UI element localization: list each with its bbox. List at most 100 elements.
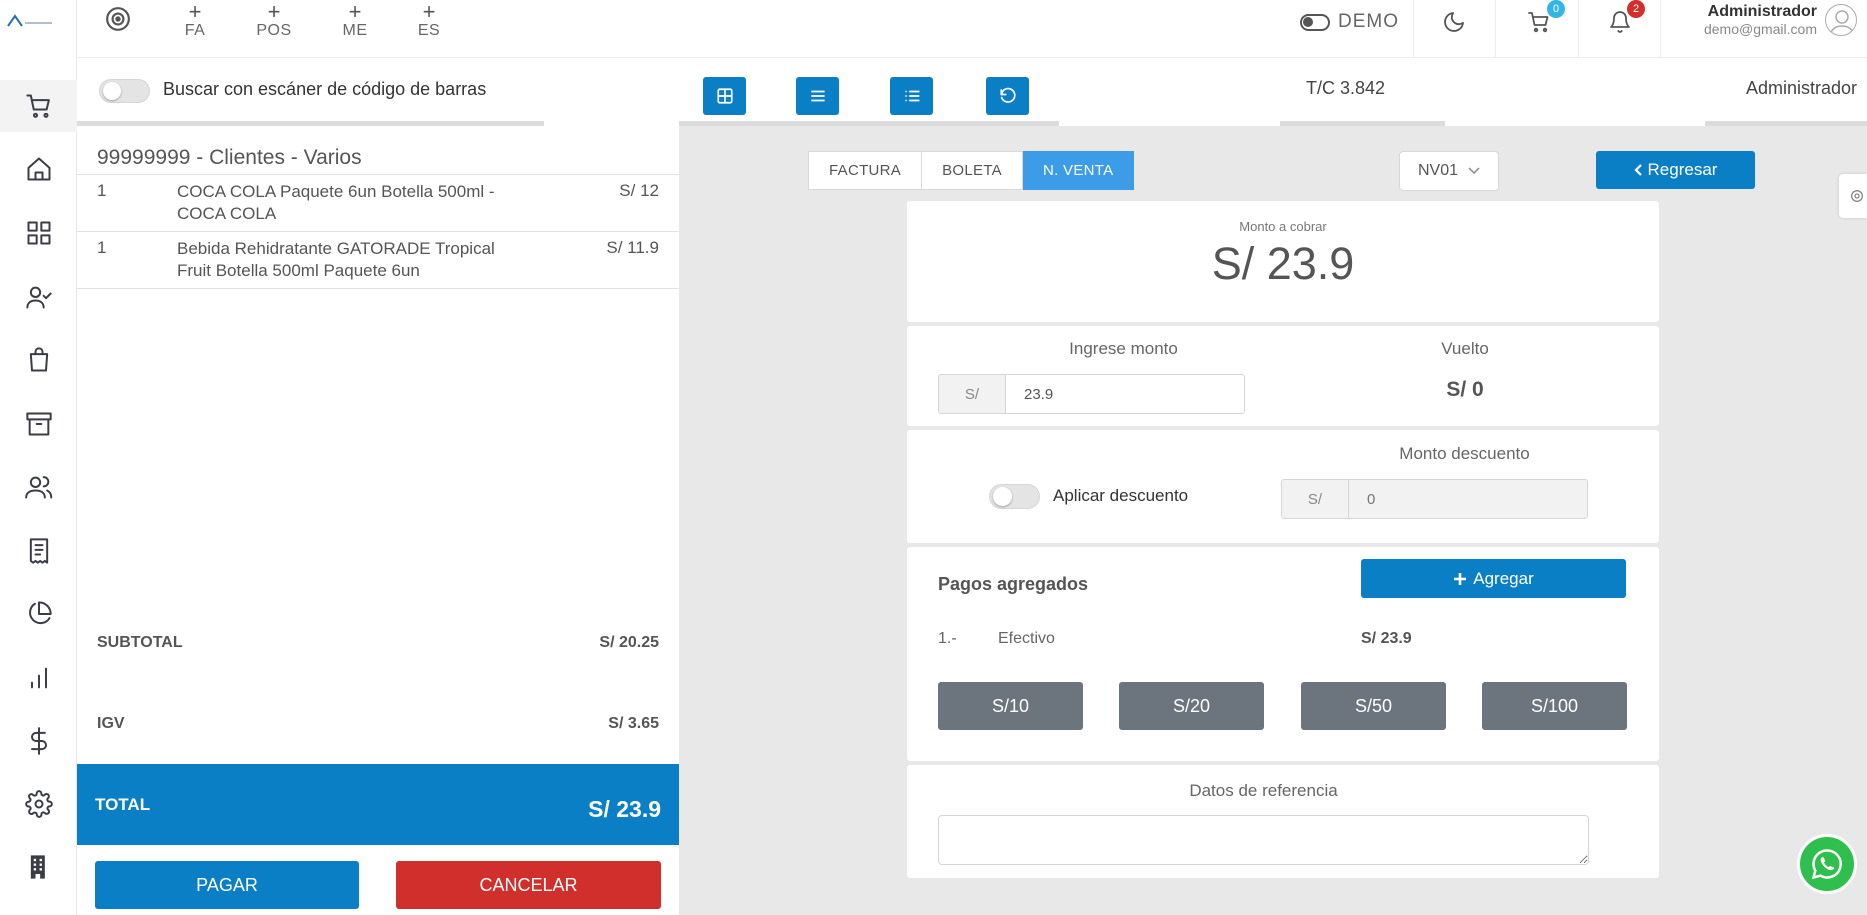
igv-row: IGV S/ 3.65 xyxy=(97,715,659,732)
rail-archive-icon[interactable] xyxy=(0,398,77,450)
avatar[interactable] xyxy=(1825,4,1857,36)
subtotal-value: S/ 20.25 xyxy=(599,634,659,651)
payment-method[interactable]: Efectivo xyxy=(998,630,1055,648)
moon-icon[interactable] xyxy=(1442,10,1466,34)
payment-amount: S/ 23.9 xyxy=(1361,630,1412,647)
barcode-scanner-label: Buscar con escáner de código de barras xyxy=(163,79,487,99)
plus-icon xyxy=(1454,572,1467,585)
order-panel: 99999999 - Clientes - Varios 1 COCA COLA… xyxy=(77,126,679,915)
barcode-scanner-toggle[interactable] xyxy=(99,79,150,103)
change-label: Vuelto xyxy=(1441,339,1489,358)
item-price: S/ 11.9 xyxy=(606,238,659,257)
back-button[interactable]: Regresar xyxy=(1596,151,1755,189)
rail-bar-chart-icon[interactable] xyxy=(0,652,77,704)
amount-value: S/ 23.9 xyxy=(1211,238,1355,289)
item-price: S/ 12 xyxy=(619,181,659,200)
rail-dollar-icon[interactable] xyxy=(0,715,77,767)
detail-list-button[interactable] xyxy=(890,77,933,115)
tab-boleta[interactable]: BOLETA xyxy=(922,151,1023,190)
rail-home-icon[interactable] xyxy=(0,143,77,195)
cashier-name: Administrador xyxy=(1745,78,1857,98)
discount-toggle[interactable] xyxy=(989,484,1040,509)
toggle-icon xyxy=(1300,13,1330,31)
item-qty: 1 xyxy=(97,238,107,257)
igv-value: S/ 3.65 xyxy=(608,715,659,732)
grid-view-button[interactable] xyxy=(703,77,746,115)
pay-button[interactable]: PAGAR xyxy=(95,861,359,909)
amount-card: Monto a cobrar S/ 23.9 xyxy=(907,201,1659,322)
item-desc: COCA COLA Paquete 6un Botella 500ml - CO… xyxy=(177,182,495,223)
reference-textarea[interactable] xyxy=(938,815,1589,865)
discount-card: Aplicar descuento Monto descuento S/ xyxy=(907,430,1659,543)
discount-toggle-label: Aplicar descuento xyxy=(1053,486,1189,505)
order-items: 1 COCA COLA Paquete 6un Botella 500ml - … xyxy=(77,174,679,289)
rail-bag-icon[interactable] xyxy=(0,334,77,386)
rail-building-icon[interactable] xyxy=(0,841,77,893)
list-item[interactable]: 1 Bebida Rehidratante GATORADE Tropical … xyxy=(77,231,679,288)
rail-settings-icon[interactable] xyxy=(0,778,77,830)
quick-amount-50-button[interactable]: S/50 xyxy=(1301,682,1446,730)
side-rail xyxy=(0,0,77,915)
user-name[interactable]: Administrador xyxy=(1708,3,1817,21)
payment-panel: FACTURA BOLETA N. VENTA NV01 Regresar Mo… xyxy=(679,126,1867,915)
rail-pie-chart-icon[interactable] xyxy=(0,588,77,640)
item-desc: Bebida Rehidratante GATORADE Tropical Fr… xyxy=(177,239,495,280)
reference-label: Datos de referencia xyxy=(1189,781,1338,800)
logo xyxy=(7,14,52,27)
pos-toolbar: Buscar con escáner de código de barras T… xyxy=(77,58,1867,126)
demo-toggle[interactable]: DEMO xyxy=(1300,11,1399,33)
list-icon xyxy=(904,90,920,102)
discount-amount-label: Monto descuento xyxy=(1399,444,1530,463)
quick-link-fa[interactable]: + FA xyxy=(170,1,220,40)
quick-link-es[interactable]: + ES xyxy=(404,1,454,40)
rail-grid-icon[interactable] xyxy=(0,207,77,259)
notification-count-badge: 2 xyxy=(1627,0,1645,18)
quick-link-pos[interactable]: + POS xyxy=(249,1,299,40)
enter-amount-label: Ingrese monto xyxy=(1069,339,1178,358)
gear-icon xyxy=(1851,190,1863,202)
item-qty: 1 xyxy=(97,181,107,200)
change-value: S/ 0 xyxy=(1446,378,1484,401)
enter-amount-card: Ingrese monto S/ Vuelto S/ 0 xyxy=(907,326,1659,426)
payment-index: 1.- xyxy=(938,630,957,647)
subtotal-row: SUBTOTAL S/ 20.25 xyxy=(97,634,659,651)
refresh-button[interactable] xyxy=(986,77,1029,115)
quick-amount-10-button[interactable]: S/10 xyxy=(938,682,1083,730)
target-icon[interactable] xyxy=(105,6,131,32)
discount-input[interactable] xyxy=(1349,480,1587,518)
cancel-button[interactable]: CANCELAR xyxy=(396,861,661,909)
rail-pos-cart-icon[interactable] xyxy=(0,80,77,132)
quick-amount-20-button[interactable]: S/20 xyxy=(1119,682,1264,730)
total-value: S/ 23.9 xyxy=(588,796,661,822)
top-header: + FA + POS + ME + ES DEMO 0 2 Administrador … xyxy=(77,0,1867,58)
whatsapp-button[interactable] xyxy=(1797,834,1857,894)
total-bar: TOTAL S/ 23.9 xyxy=(77,764,679,845)
exchange-rate: T/C 3.842 xyxy=(1306,78,1386,98)
menu-icon xyxy=(810,90,825,102)
rail-user-check-icon[interactable] xyxy=(0,271,77,323)
payments-title: Pagos agregados xyxy=(938,574,1089,594)
client-name[interactable]: 99999999 - Clientes - Varios xyxy=(97,146,362,170)
tab-nota-venta[interactable]: N. VENTA xyxy=(1022,151,1135,190)
list-item[interactable]: 1 COCA COLA Paquete 6un Botella 500ml - … xyxy=(77,174,679,231)
series-select[interactable]: NV01 xyxy=(1399,151,1499,191)
undo-icon xyxy=(999,87,1016,103)
tab-factura[interactable]: FACTURA xyxy=(808,151,923,190)
amount-label: Monto a cobrar xyxy=(1239,219,1327,234)
rail-receipt-icon[interactable] xyxy=(0,525,77,577)
cart-count-badge: 0 xyxy=(1547,0,1565,18)
add-payment-button[interactable]: Agregar xyxy=(1361,559,1626,598)
quick-amount-100-button[interactable]: S/100 xyxy=(1482,682,1627,730)
rail-users-icon[interactable] xyxy=(0,461,77,513)
settings-tab[interactable] xyxy=(1839,174,1867,218)
discount-input-group: S/ xyxy=(1281,479,1588,519)
amount-input[interactable] xyxy=(1006,375,1244,413)
payments-card: Pagos agregados Agregar 1.- Efectivo S/ … xyxy=(907,547,1659,761)
grid-icon xyxy=(716,88,733,104)
chevron-left-icon xyxy=(1633,164,1642,176)
chevron-down-icon xyxy=(1468,167,1480,175)
list-view-button[interactable] xyxy=(796,77,839,115)
user-email: demo@gmail.com xyxy=(1703,21,1817,37)
quick-link-me[interactable]: + ME xyxy=(330,1,380,40)
reference-card: Datos de referencia xyxy=(907,765,1659,878)
